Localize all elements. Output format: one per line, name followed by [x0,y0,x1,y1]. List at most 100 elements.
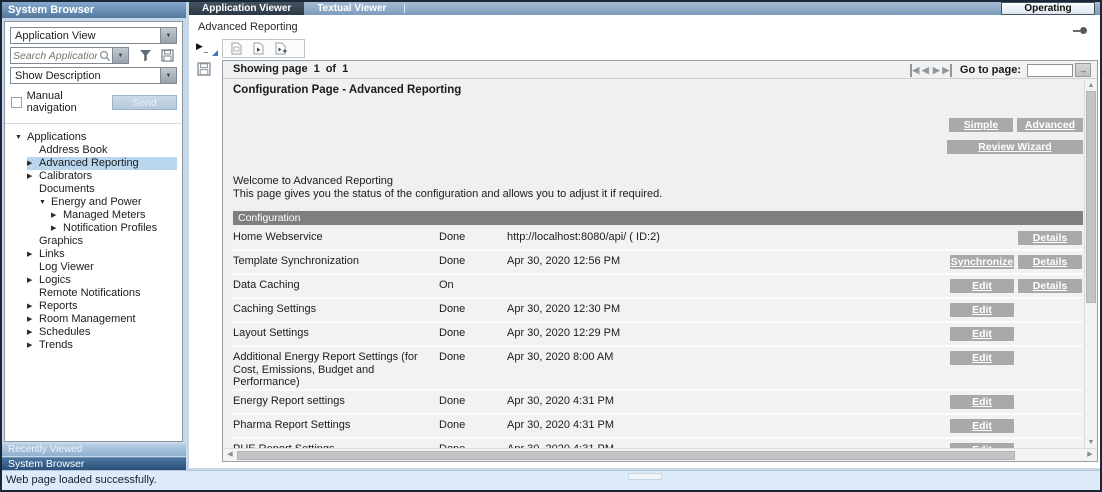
scroll-left-icon[interactable]: ◀ [224,449,236,461]
goto-page-label: Go to page: [960,64,1021,76]
run-export-document-icon[interactable] [275,42,288,55]
edit-button[interactable]: Edit [950,327,1014,341]
save-icon[interactable] [161,49,174,62]
view-selector-dropdown[interactable]: Application View ▼ [10,27,177,44]
breadcrumb: Advanced Reporting [198,21,298,33]
tree-item-room-management[interactable]: ▶ Room Management [27,313,177,326]
showing-page-label: Showing page [233,63,308,75]
operating-button[interactable]: Operating [1001,2,1095,15]
tree-item-schedules[interactable]: ▶ Schedules [27,326,177,339]
tree-item-notification-profiles[interactable]: ▶ Notification Profiles [51,222,177,235]
collapsed-arrow-icon[interactable]: ▶ [27,339,39,352]
tree-item-applications[interactable]: ▼ Applications [15,131,177,144]
save-report-icon[interactable] [197,62,211,76]
configuration-section-header: Configuration [233,211,1083,225]
vertical-scroll-thumb[interactable] [1086,91,1096,303]
launch-corner-icon [212,50,218,56]
previous-page-icon[interactable]: ◀ [920,64,931,77]
details-button[interactable]: Details [1018,255,1082,269]
pin-icon[interactable] [1073,27,1087,34]
collapsed-arrow-icon[interactable]: ▶ [27,157,39,170]
collapsed-arrow-icon[interactable]: ▶ [27,170,39,183]
go-arrow-icon[interactable]: → [1075,63,1091,77]
table-row: Template Synchronization Done Apr 30, 20… [233,251,1083,275]
scroll-right-icon[interactable]: ▶ [1084,449,1096,461]
collapsed-arrow-icon[interactable]: ▶ [51,222,63,235]
tab-textual-viewer[interactable]: Textual Viewer [304,2,399,15]
tree-item-advanced-reporting[interactable]: ▶ Advanced Reporting [27,157,177,170]
horizontal-scrollbar[interactable]: ◀ ▶ [223,448,1097,461]
search-input[interactable] [11,49,99,62]
vertical-scrollbar[interactable]: ▲ ▼ [1084,80,1097,448]
run-report-icon[interactable]: ▶ ... [196,41,218,56]
goto-page-input[interactable] [1027,64,1073,77]
view-selector-value: Application View [15,30,96,42]
main-area: Application Viewer Textual Viewer Operat… [189,2,1100,468]
scroll-up-icon[interactable]: ▲ [1085,80,1097,91]
edit-button[interactable]: Edit [950,279,1014,293]
first-page-icon[interactable]: ◀ [910,64,920,77]
scroll-down-icon[interactable]: ▼ [1085,437,1097,448]
next-page-icon[interactable]: ▶ [931,64,942,77]
chevron-down-icon[interactable]: ▼ [160,28,176,43]
tree-item-reports[interactable]: ▶ Reports [27,300,177,313]
expanded-arrow-icon[interactable]: ▼ [39,196,51,209]
display-mode-dropdown[interactable]: Show Description ▼ [10,67,177,84]
edit-button[interactable]: Edit [950,395,1014,409]
system-browser-dock: System Browser Application View ▼ ▼ [2,2,186,470]
recently-viewed-bar[interactable]: Recently Viewed [2,444,186,456]
synchronize-button[interactable]: Synchronize [950,255,1014,269]
simple-button[interactable]: Simple [949,118,1013,132]
tree-item-managed-meters[interactable]: ▶ Managed Meters [51,209,177,222]
tree-item-log-viewer[interactable]: Log Viewer [27,261,177,274]
edit-button[interactable]: Edit [950,351,1014,365]
edit-button[interactable]: Edit [950,303,1014,317]
tree-item-logics[interactable]: ▶ Logics [27,274,177,287]
page-header: Showing page 1 of 1 ◀ ◀ ▶ ▶ Go to page: … [223,61,1097,79]
system-browser-header: System Browser [2,2,186,18]
review-wizard-button[interactable]: Review Wizard [947,140,1083,154]
advanced-button[interactable]: Advanced [1017,118,1083,132]
tree-item-remote-notifications[interactable]: Remote Notifications [27,287,177,300]
viewer-tabbar: Application Viewer Textual Viewer Operat… [189,2,1100,15]
run-document-icon[interactable] [253,42,264,55]
table-row: PUE Report Settings Done Apr 30, 2020 4:… [233,439,1083,449]
chevron-down-icon[interactable]: ▼ [112,48,128,63]
status-value: Done [439,231,507,243]
search-icon [99,50,112,62]
expanded-arrow-icon[interactable]: ▼ [15,131,27,144]
table-row: Additional Energy Report Settings (for C… [233,347,1083,391]
filter-icon[interactable] [139,49,152,62]
status-value: Done [439,351,507,363]
manual-navigation-checkbox[interactable] [11,97,22,108]
collapsed-arrow-icon[interactable]: ▶ [27,326,39,339]
tab-application-viewer[interactable]: Application Viewer [189,2,304,15]
tree-item-trends[interactable]: ▶ Trends [27,339,177,352]
table-row: Energy Report settings Done Apr 30, 2020… [233,391,1083,415]
tree-item-address-book[interactable]: Address Book [27,144,177,157]
send-button[interactable]: Send [112,95,177,110]
splitter-grip[interactable] [628,473,662,480]
details-button[interactable]: Details [1018,231,1082,245]
collapsed-arrow-icon[interactable]: ▶ [27,300,39,313]
edit-button[interactable]: Edit [950,419,1014,433]
tree-item-energy-and-power[interactable]: ▼ Energy and Power [39,196,177,209]
table-row: Data Caching On Edit Details [233,275,1083,299]
tree-item-links[interactable]: ▶ Links [27,248,177,261]
system-browser-bar[interactable]: System Browser [2,457,186,470]
collapsed-arrow-icon[interactable]: ▶ [27,313,39,326]
horizontal-scroll-thumb[interactable] [237,451,1015,460]
tree-item-calibrators[interactable]: ▶ Calibrators [27,170,177,183]
collapsed-arrow-icon[interactable]: ▶ [51,209,63,222]
collapsed-arrow-icon[interactable]: ▶ [27,274,39,287]
collapsed-arrow-icon[interactable]: ▶ [27,248,39,261]
tree-item-documents[interactable]: Documents [27,183,177,196]
tree-item-graphics[interactable]: Graphics [27,235,177,248]
status-value: Done [439,327,507,339]
search-box: ▼ [10,47,129,64]
chevron-down-icon[interactable]: ▼ [160,68,176,83]
last-page-icon[interactable]: ▶ [942,64,952,77]
details-button[interactable]: Details [1018,279,1082,293]
report-toolbar: ▶ ... [189,38,1100,60]
report-document-icon[interactable] [231,42,242,55]
